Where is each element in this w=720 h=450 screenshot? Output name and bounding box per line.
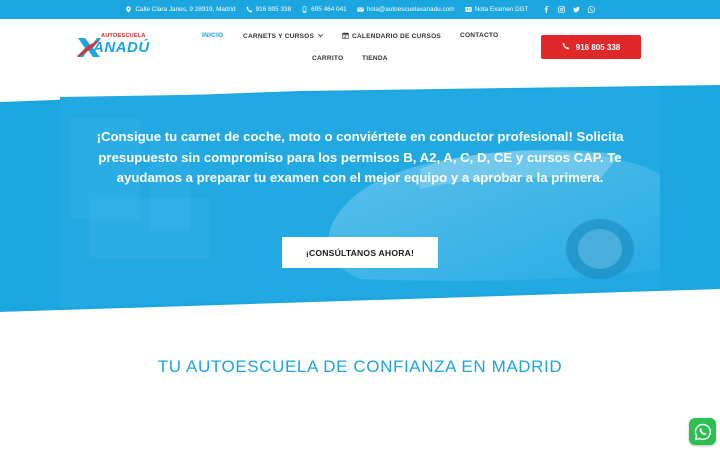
call-button[interactable]: 916 805 338 bbox=[541, 35, 641, 59]
facebook-icon[interactable] bbox=[543, 6, 550, 13]
phone-icon bbox=[246, 6, 253, 13]
site-header: AUTOESCUELA ANADÚ INICIO CARNETS Y CURSO… bbox=[0, 19, 720, 79]
email-text: hola@autoescuelaxanadu.com bbox=[366, 6, 455, 13]
hero-banner: ¡Consigue tu carnet de coche, moto o con… bbox=[0, 79, 720, 312]
hero-text: ¡Consigue tu carnet de coche, moto o con… bbox=[96, 129, 624, 185]
mobile-icon bbox=[301, 6, 308, 13]
exam-text: Nota Examen DGT bbox=[474, 6, 529, 13]
consult-now-button[interactable]: ¡CONSÚLTANOS AHORA! bbox=[282, 237, 438, 268]
nav-item-calendario[interactable]: CALENDARIO DE CURSOS bbox=[342, 32, 441, 41]
mobile-text: 695 464 041 bbox=[311, 6, 347, 13]
mobile-item[interactable]: 695 464 041 bbox=[301, 6, 347, 13]
call-button-label: 916 805 338 bbox=[575, 42, 621, 52]
nav-item-contacto[interactable]: CONTACTO bbox=[460, 32, 498, 39]
id-card-icon bbox=[464, 6, 472, 13]
map-pin-icon bbox=[125, 6, 132, 13]
calendar-icon bbox=[342, 32, 349, 41]
nav-label-calendario: CALENDARIO DE CURSOS bbox=[352, 33, 441, 40]
nav-label-carrito: CARRITO bbox=[312, 55, 344, 62]
nav-label-carnets: CARNETS Y CURSOS bbox=[243, 33, 315, 40]
nav-label-inicio: INICIO bbox=[202, 32, 224, 39]
address-item[interactable]: Calle Clara Janes, 9 28919, Madrid bbox=[125, 6, 236, 13]
nav-label-contacto: CONTACTO bbox=[460, 32, 499, 39]
nav-item-tienda[interactable]: TIENDA bbox=[362, 55, 388, 62]
top-info-bar: Calle Clara Janes, 9 28919, Madrid 916 8… bbox=[0, 0, 720, 19]
whatsapp-icon[interactable] bbox=[587, 6, 595, 13]
nav-item-carnets[interactable]: CARNETS Y CURSOS bbox=[243, 32, 324, 41]
section-title: TU AUTOESCUELA DE CONFIANZA EN MADRID bbox=[157, 357, 563, 376]
nav-label-tienda: TIENDA bbox=[362, 55, 388, 62]
phone-icon bbox=[562, 42, 570, 52]
hero-background bbox=[0, 79, 720, 312]
twitter-icon[interactable] bbox=[572, 6, 580, 13]
whatsapp-icon bbox=[694, 423, 711, 440]
chevron-down-icon bbox=[317, 32, 324, 41]
phone-text: 916 805 338 bbox=[255, 6, 292, 13]
phone-item[interactable]: 916 805 338 bbox=[246, 6, 292, 13]
email-item[interactable]: hola@autoescuelaxanadu.com bbox=[357, 6, 455, 13]
envelope-icon bbox=[357, 6, 364, 13]
instagram-icon[interactable] bbox=[557, 6, 565, 13]
social-links bbox=[543, 6, 595, 13]
address-text: Calle Clara Janes, 9 28919, Madrid bbox=[135, 6, 236, 13]
nav-item-inicio[interactable]: INICIO bbox=[202, 32, 223, 39]
nav-item-carrito[interactable]: CARRITO bbox=[312, 55, 343, 62]
exam-item[interactable]: Nota Examen DGT bbox=[464, 6, 529, 13]
whatsapp-floating-button[interactable] bbox=[689, 418, 716, 445]
